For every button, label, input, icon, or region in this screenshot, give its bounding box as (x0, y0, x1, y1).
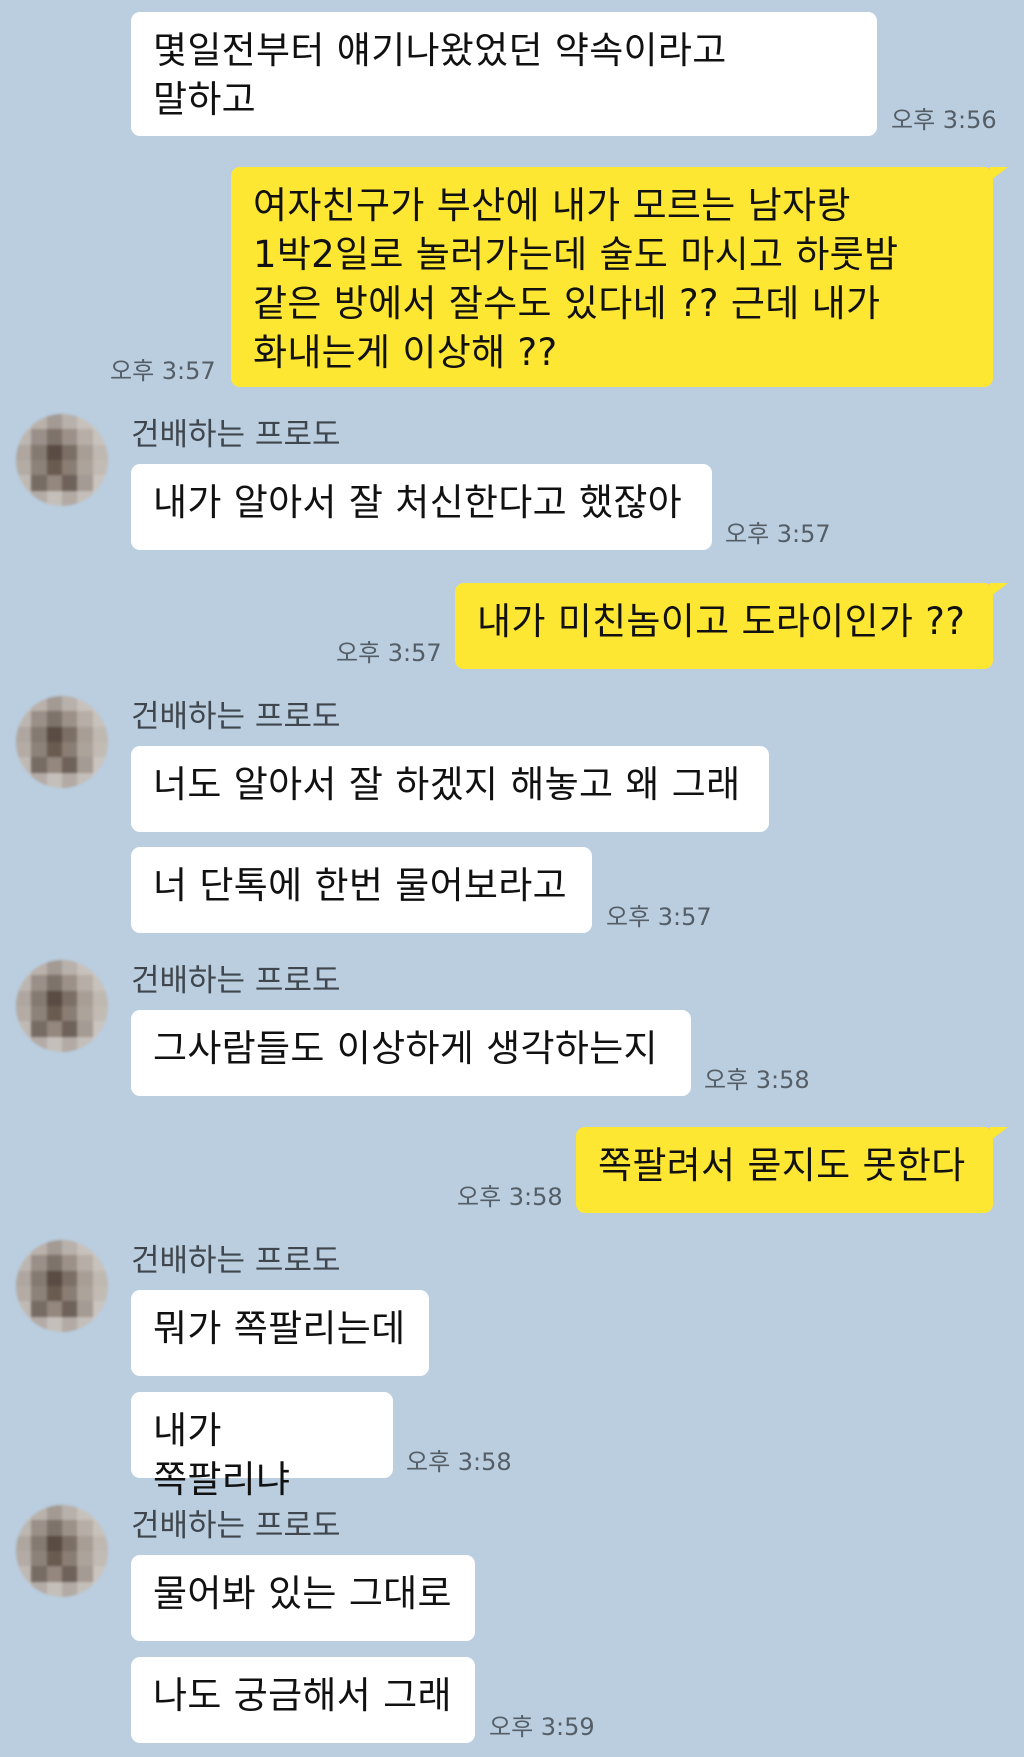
message-timestamp: 오후 3:57 (725, 520, 831, 548)
incoming-message-bubble[interactable]: 뭐가 쪽팔리는데 (131, 1290, 429, 1376)
message-timestamp: 오후 3:58 (457, 1183, 563, 1211)
contact-name: 건배하는 프로도 (131, 417, 341, 453)
incoming-message-bubble[interactable]: 그사람들도 이상하게 생각하는지 (131, 1010, 691, 1096)
contact-avatar[interactable] (16, 1240, 108, 1332)
incoming-message-bubble[interactable]: 나도 궁금해서 그래 (131, 1657, 475, 1743)
incoming-message-bubble[interactable]: 너 단톡에 한번 물어보라고 (131, 847, 592, 933)
contact-avatar[interactable] (16, 1505, 108, 1597)
bubble-tail (990, 1127, 1008, 1141)
contact-avatar[interactable] (16, 960, 108, 1052)
message-timestamp: 오후 3:57 (336, 639, 442, 667)
message-timestamp: 오후 3:57 (606, 903, 712, 931)
incoming-message-bubble[interactable]: 물어봐 있는 그대로 (131, 1555, 475, 1641)
message-timestamp: 오후 3:56 (891, 106, 997, 134)
contact-name: 건배하는 프로도 (131, 699, 341, 735)
message-timestamp: 오후 3:59 (489, 1713, 595, 1741)
contact-name: 건배하는 프로도 (131, 1508, 341, 1544)
contact-avatar[interactable] (16, 414, 108, 506)
chat-area[interactable]: 몇일전부터 얘기나왔었던 약속이라고 말하고 오후 3:56 여자친구가 부산에… (0, 0, 1024, 1757)
incoming-message-bubble[interactable]: 내가 쪽팔리냐 (131, 1392, 393, 1501)
contact-name: 건배하는 프로도 (131, 963, 341, 999)
message-timestamp: 오후 3:58 (704, 1066, 810, 1094)
contact-avatar[interactable] (16, 696, 108, 788)
incoming-message-bubble[interactable]: 내가 알아서 잘 처신한다고 했잖아 (131, 464, 712, 550)
outgoing-message-bubble[interactable]: 내가 미친놈이고 도라이인가 ?? (455, 583, 993, 669)
outgoing-message-bubble[interactable]: 쪽팔려서 묻지도 못한다 (576, 1127, 993, 1213)
message-timestamp: 오후 3:58 (406, 1448, 512, 1476)
contact-name: 건배하는 프로도 (131, 1243, 341, 1279)
outgoing-message-bubble[interactable]: 여자친구가 부산에 내가 모르는 남자랑 1박2일로 놀러가는데 술도 마시고 … (231, 167, 993, 387)
bubble-tail (990, 583, 1008, 597)
bubble-tail (990, 167, 1008, 181)
incoming-message-bubble[interactable]: 너도 알아서 잘 하겠지 해놓고 왜 그래 (131, 746, 769, 832)
message-timestamp: 오후 3:57 (110, 357, 216, 385)
incoming-message-bubble[interactable]: 몇일전부터 얘기나왔었던 약속이라고 말하고 (131, 12, 877, 136)
